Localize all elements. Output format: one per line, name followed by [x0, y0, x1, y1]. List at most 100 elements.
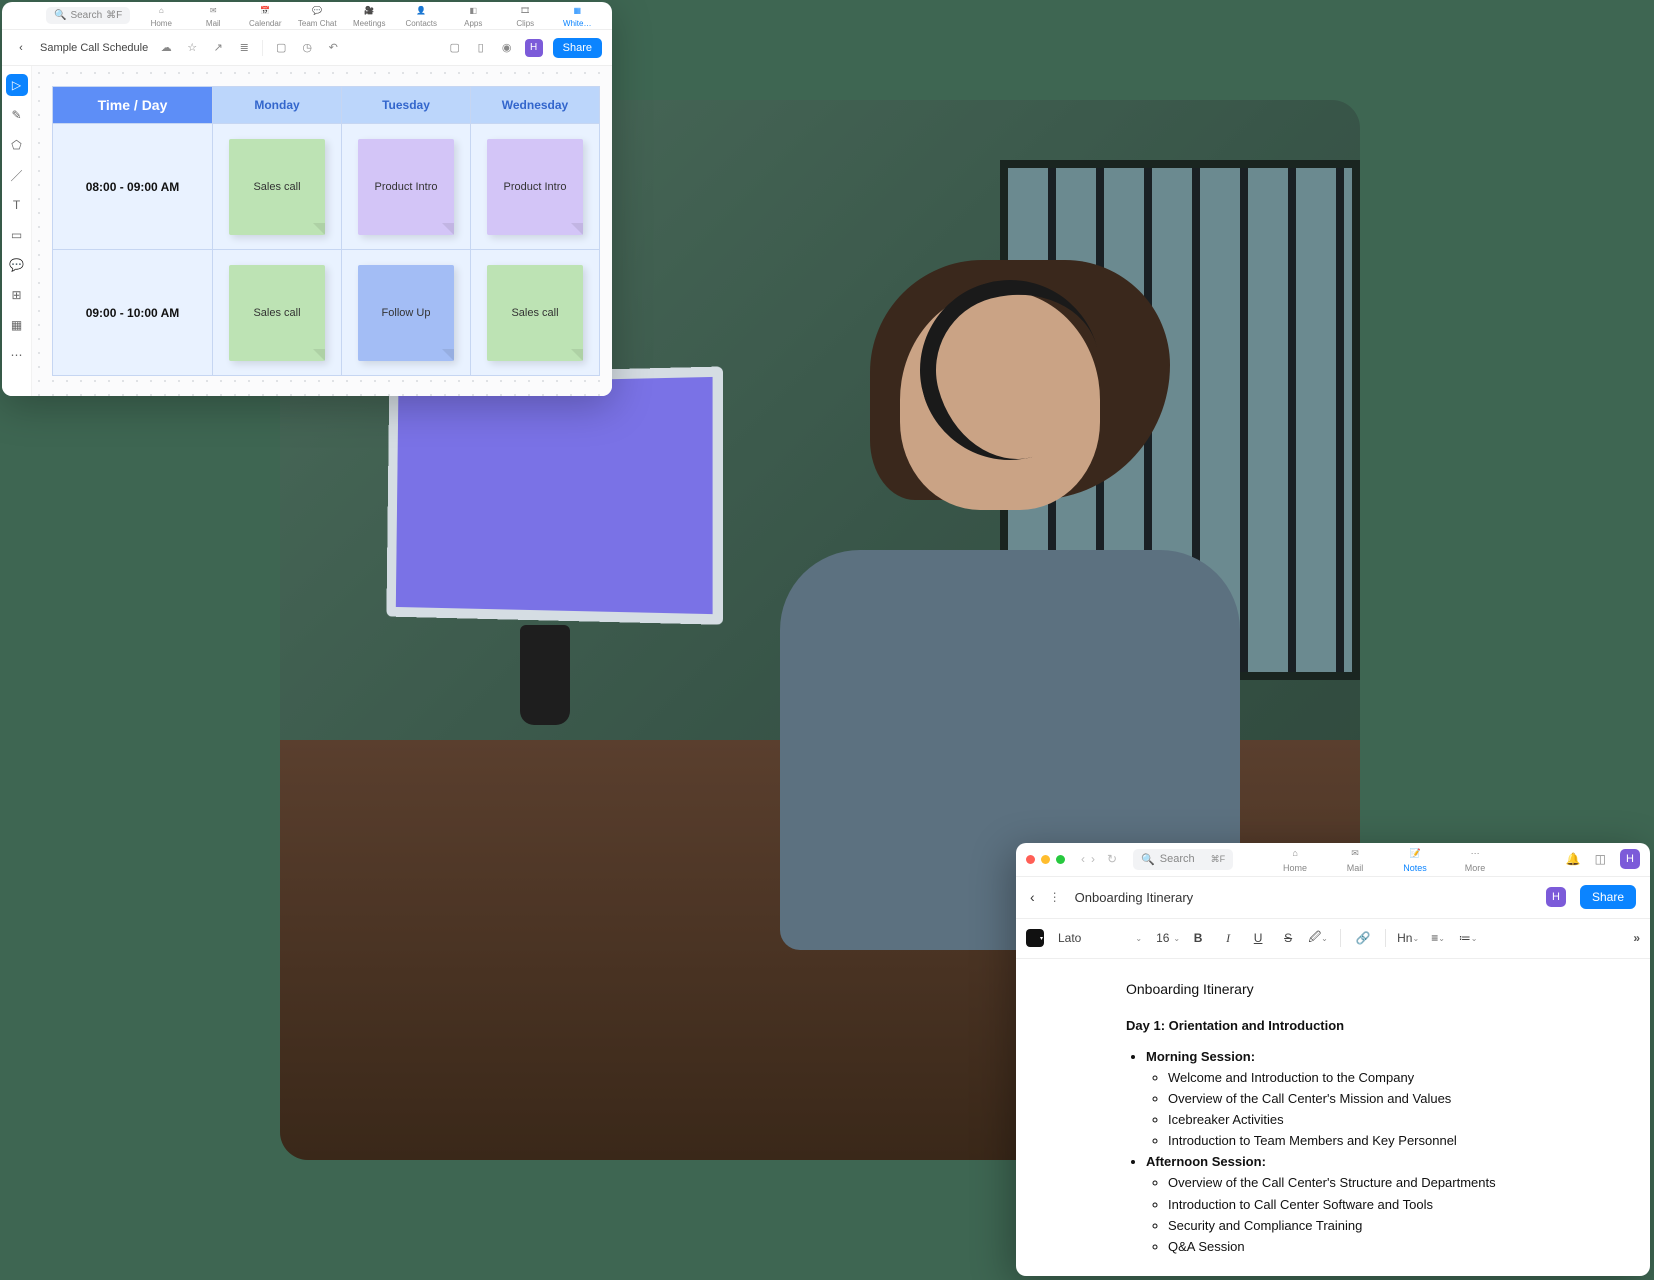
more-options-icon[interactable]: ⋮	[1049, 890, 1061, 904]
share-button[interactable]: Share	[553, 38, 602, 58]
nav-item-home[interactable]: ⌂Home	[1267, 845, 1323, 873]
text-color-swatch[interactable]: ▾	[1026, 929, 1044, 947]
user-avatar[interactable]: H	[1546, 887, 1566, 907]
list-icon[interactable]: ≣	[236, 40, 252, 56]
nav-item-notes[interactable]: 📝Notes	[1387, 845, 1443, 873]
home-icon: ⌂	[1287, 845, 1303, 861]
eye-icon[interactable]: ◉	[499, 40, 515, 56]
nav-item-apps[interactable]: ◧Apps	[448, 3, 498, 28]
comments-icon[interactable]: ▢	[447, 40, 463, 56]
close-traffic-light[interactable]	[1026, 855, 1035, 864]
list-item: Introduction to Team Members and Key Per…	[1168, 1131, 1632, 1151]
session-items: Overview of the Call Center's Structure …	[1146, 1173, 1632, 1257]
apps-icon: ◧	[466, 3, 480, 17]
schedule-cell: Sales call	[213, 124, 342, 250]
cloud-icon[interactable]: ☁	[158, 40, 174, 56]
call-schedule-table: Time / Day Monday Tuesday Wednesday 08:0…	[52, 86, 600, 376]
history-icon[interactable]: ↻	[1107, 852, 1117, 866]
home-icon: ⌂	[154, 3, 168, 17]
sticky-note[interactable]: Product Intro	[487, 139, 583, 235]
link-button[interactable]: 🔗	[1351, 926, 1375, 950]
whiteboard-search-input[interactable]: 🔍 Search ⌘F	[46, 7, 130, 24]
whiteboard-canvas[interactable]: Time / Day Monday Tuesday Wednesday 08:0…	[32, 66, 612, 396]
italic-button[interactable]: I	[1216, 926, 1240, 950]
nav-item-white[interactable]: ▦White…	[552, 3, 602, 28]
nav-item-home[interactable]: ⌂Home	[136, 3, 186, 28]
sticky-note[interactable]: Sales call	[487, 265, 583, 361]
content-title: Onboarding Itinerary	[1126, 979, 1632, 1001]
nav-item-contacts[interactable]: 👤Contacts	[396, 3, 446, 28]
tool-line[interactable]: ／	[6, 164, 28, 186]
calendar-icon: 📅	[258, 3, 272, 17]
user-avatar[interactable]: H	[525, 39, 543, 57]
user-avatar[interactable]: H	[1620, 849, 1640, 869]
teamchat-icon: 💬	[310, 3, 324, 17]
list-item: Welcome and Introduction to the Company	[1168, 1068, 1632, 1088]
panel-icon[interactable]: ◫	[1595, 852, 1606, 866]
search-placeholder: Search	[1160, 853, 1195, 865]
tool-sticky[interactable]: ▭	[6, 224, 28, 246]
sticky-note[interactable]: Product Intro	[358, 139, 454, 235]
sticky-note[interactable]: Follow Up	[358, 265, 454, 361]
mail-icon: ✉	[206, 3, 220, 17]
highlight-button[interactable]: 🖉⌄	[1306, 926, 1330, 950]
align-select[interactable]: ≡⌄	[1426, 926, 1450, 950]
heading-select[interactable]: Hn⌄	[1396, 926, 1420, 950]
tool-more[interactable]: ⋯	[6, 344, 28, 366]
nav-item-calendar[interactable]: 📅Calendar	[240, 3, 290, 28]
tool-shapes[interactable]: ⬠	[6, 134, 28, 156]
undo-icon[interactable]: ↶	[325, 40, 341, 56]
sticky-note[interactable]: Sales call	[229, 139, 325, 235]
nav-item-mail[interactable]: ✉Mail	[188, 3, 238, 28]
underline-button[interactable]: U	[1246, 926, 1270, 950]
header-day-1: Tuesday	[342, 87, 471, 124]
schedule-cell: Product Intro	[342, 124, 471, 250]
font-size-select[interactable]: 16⌄	[1156, 931, 1180, 945]
notes-window: ‹ › ↻ 🔍 Search ⌘F ⌂Home✉Mail📝Notes⋯More …	[1016, 843, 1650, 1276]
minimize-traffic-light[interactable]	[1041, 855, 1050, 864]
whiteboard-top-nav: ⌂Home✉Mail📅Calendar💬Team Chat🎥Meetings👤C…	[136, 3, 602, 28]
nav-forward-icon[interactable]: ›	[1089, 852, 1097, 866]
font-family-select[interactable]: Lato⌄	[1050, 928, 1150, 948]
nav-item-meetings[interactable]: 🎥Meetings	[344, 3, 394, 28]
nav-item-teamchat[interactable]: 💬Team Chat	[292, 3, 342, 28]
table-row: 09:00 - 10:00 AMSales callFollow UpSales…	[53, 250, 600, 376]
zoom-traffic-light[interactable]	[1056, 855, 1065, 864]
whiteboard-tool-rail: ▷ ✎ ⬠ ／ T ▭ 💬 ⊞ ▦ ⋯	[2, 66, 32, 396]
nav-item-mail[interactable]: ✉Mail	[1327, 845, 1383, 873]
video-icon[interactable]: ▯	[473, 40, 489, 56]
back-button[interactable]: ‹	[1030, 889, 1035, 905]
nav-back-icon[interactable]: ‹	[1079, 852, 1087, 866]
nav-item-more[interactable]: ⋯More	[1447, 845, 1503, 873]
open-external-icon[interactable]: ↗	[210, 40, 226, 56]
content-day-heading: Day 1: Orientation and Introduction	[1126, 1016, 1632, 1036]
session-heading: Morning Session:	[1146, 1047, 1632, 1067]
back-button[interactable]: ‹	[12, 42, 30, 54]
tool-comment[interactable]: 💬	[6, 254, 28, 276]
search-placeholder: Search	[70, 10, 102, 21]
present-icon[interactable]: ▢	[273, 40, 289, 56]
bell-icon[interactable]: 🔔	[1566, 852, 1581, 866]
timer-icon[interactable]: ◷	[299, 40, 315, 56]
nav-item-clips[interactable]: 🎞Clips	[500, 3, 550, 28]
bold-button[interactable]: B	[1186, 926, 1210, 950]
star-icon[interactable]: ☆	[184, 40, 200, 56]
doc-title: Onboarding Itinerary	[1075, 890, 1194, 905]
toolbar-overflow-icon[interactable]: »	[1633, 931, 1640, 945]
meetings-icon: 🎥	[362, 3, 376, 17]
notes-icon: 📝	[1407, 845, 1423, 861]
tool-text[interactable]: T	[6, 194, 28, 216]
contacts-icon: 👤	[414, 3, 428, 17]
tool-image[interactable]: ▦	[6, 314, 28, 336]
sticky-note[interactable]: Sales call	[229, 265, 325, 361]
share-button[interactable]: Share	[1580, 885, 1636, 909]
strikethrough-button[interactable]: S	[1276, 926, 1300, 950]
notes-search-input[interactable]: 🔍 Search ⌘F	[1133, 849, 1233, 870]
tool-frame[interactable]: ⊞	[6, 284, 28, 306]
tool-select[interactable]: ▷	[6, 74, 28, 96]
tool-pen[interactable]: ✎	[6, 104, 28, 126]
notes-editor[interactable]: Onboarding Itinerary Day 1: Orientation …	[1016, 959, 1650, 1276]
nav-label: White…	[563, 19, 591, 28]
list-select[interactable]: ≔⌄	[1456, 926, 1480, 950]
whiteboard-doc-bar: ‹ Sample Call Schedule ☁ ☆ ↗ ≣ ▢ ◷ ↶ ▢ ▯…	[2, 30, 612, 66]
